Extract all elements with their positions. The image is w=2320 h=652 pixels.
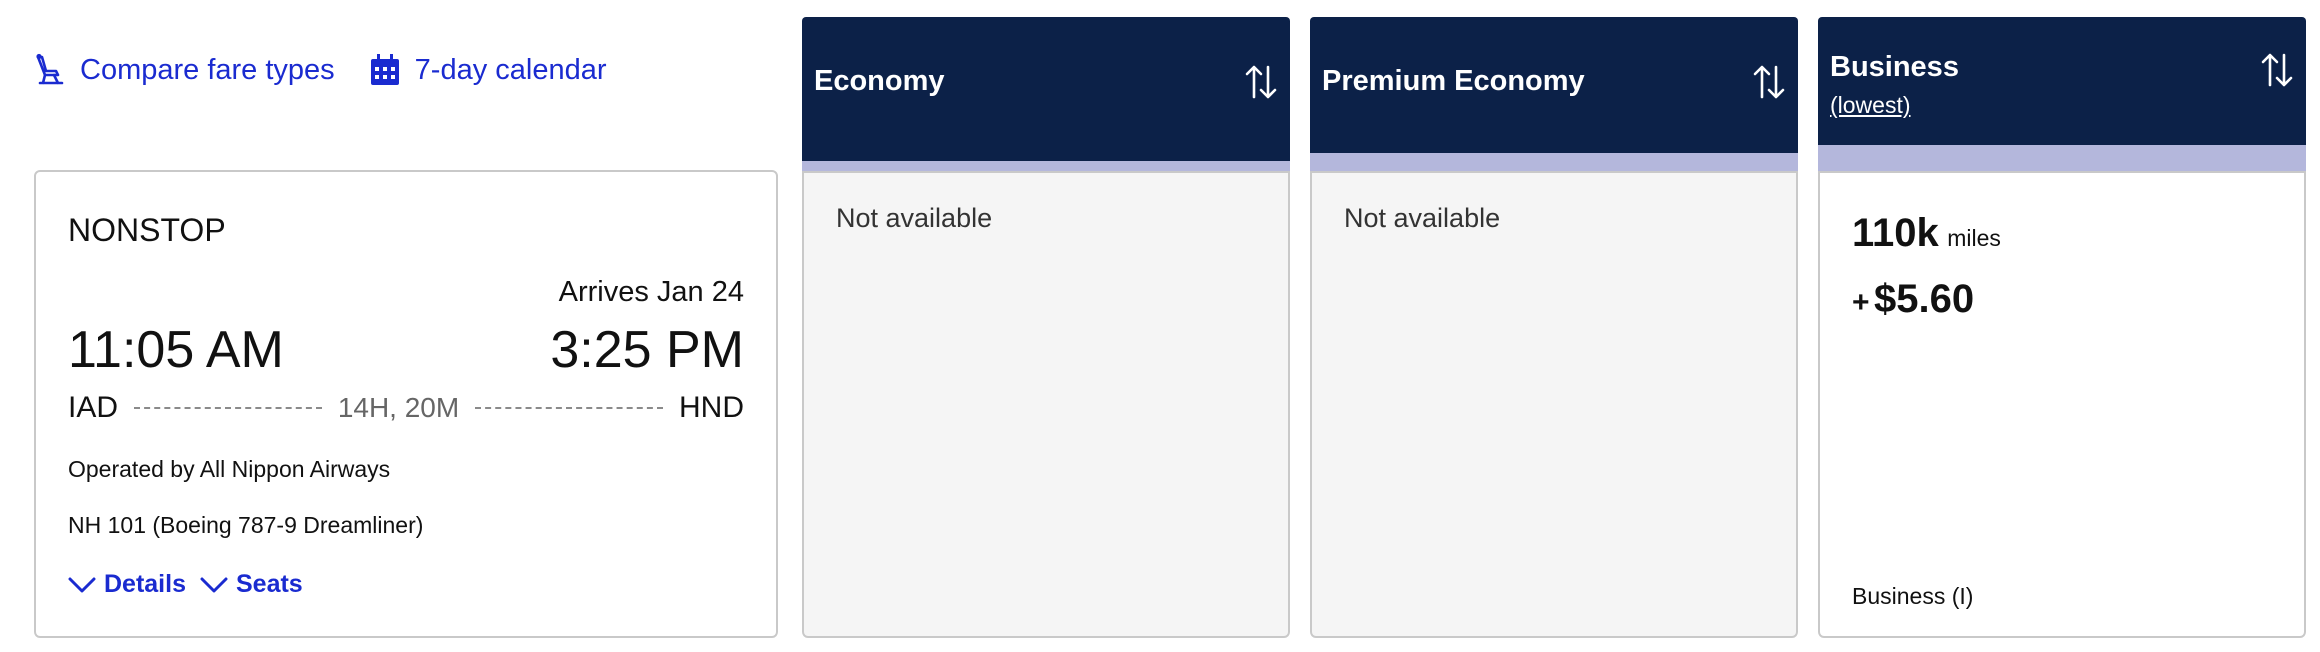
origin-code: IAD bbox=[68, 391, 119, 424]
sort-business-button[interactable] bbox=[2260, 51, 2294, 94]
premium-economy-fare-cell: Not available bbox=[1310, 171, 1798, 638]
premium-economy-header-stripe bbox=[1310, 153, 1798, 171]
economy-title: Economy bbox=[814, 65, 945, 97]
sort-icon bbox=[1245, 65, 1277, 99]
sort-economy-button[interactable] bbox=[1244, 63, 1278, 106]
seats-label: Seats bbox=[235, 570, 303, 598]
compare-fare-types-label: Compare fare types bbox=[80, 53, 335, 86]
premium-economy-status: Not available bbox=[1344, 203, 1501, 233]
route-dash-right bbox=[475, 407, 664, 409]
business-miles-unit: miles bbox=[1947, 225, 2001, 251]
business-fare-class: Business (I) bbox=[1852, 583, 1974, 609]
business-column-header[interactable]: Business (lowest) bbox=[1818, 17, 2306, 145]
destination-code: HND bbox=[679, 391, 745, 424]
business-lowest-link[interactable]: (lowest) bbox=[1830, 92, 1911, 119]
calendar-icon bbox=[370, 54, 399, 85]
chevron-down-icon bbox=[68, 577, 96, 592]
sort-icon bbox=[1753, 65, 1785, 99]
economy-status: Not available bbox=[836, 203, 993, 233]
flight-links: Details Seats bbox=[68, 570, 317, 599]
business-cash: + $5.60 bbox=[1852, 277, 1974, 322]
economy-fare-cell: Not available bbox=[802, 171, 1290, 638]
arrival-time: 3:25 PM bbox=[550, 321, 744, 379]
chevron-down-icon bbox=[200, 577, 228, 592]
flight-duration: 14H, 20M bbox=[337, 392, 460, 423]
aircraft-info: NH 101 (Boeing 787-9 Dreamliner) bbox=[68, 512, 424, 538]
economy-column-header[interactable]: Economy bbox=[802, 17, 1290, 161]
economy-header-stripe bbox=[802, 161, 1290, 171]
premium-economy-column-header[interactable]: Premium Economy bbox=[1310, 17, 1798, 153]
details-toggle[interactable]: Details bbox=[68, 570, 186, 599]
arrival-date: Arrives Jan 24 bbox=[558, 276, 744, 308]
business-fare-cell[interactable]: 110k miles + $5.60 Business (I) bbox=[1818, 171, 2306, 638]
operated-by: Operated by All Nippon Airways bbox=[68, 456, 391, 482]
toolbar: Compare fare types 7-day calendar bbox=[32, 48, 641, 92]
details-label: Details bbox=[104, 570, 186, 598]
sort-premium-economy-button[interactable] bbox=[1752, 63, 1786, 106]
seat-icon bbox=[36, 53, 64, 85]
business-miles-value: 110k bbox=[1852, 211, 1939, 255]
stops-label: NONSTOP bbox=[68, 212, 226, 248]
flight-card: NONSTOP Arrives Jan 24 11:05 AM 3:25 PM … bbox=[34, 170, 778, 638]
business-cash-value: $5.60 bbox=[1873, 277, 1975, 321]
departure-time: 11:05 AM bbox=[68, 321, 284, 379]
seats-toggle[interactable]: Seats bbox=[200, 570, 303, 599]
business-miles: 110k miles bbox=[1852, 211, 2001, 256]
business-title: Business bbox=[1830, 51, 1959, 83]
business-header-stripe bbox=[1818, 145, 2306, 171]
route-row: IAD 14H, 20M HND bbox=[68, 388, 744, 428]
seven-day-calendar-label: 7-day calendar bbox=[414, 53, 607, 86]
compare-fare-types-link[interactable]: Compare fare types bbox=[32, 53, 335, 87]
seven-day-calendar-link[interactable]: 7-day calendar bbox=[369, 53, 607, 87]
premium-economy-title: Premium Economy bbox=[1322, 65, 1585, 97]
route-dash-left bbox=[134, 407, 322, 409]
business-cash-prefix: + bbox=[1852, 286, 1870, 319]
sort-icon bbox=[2261, 53, 2293, 87]
